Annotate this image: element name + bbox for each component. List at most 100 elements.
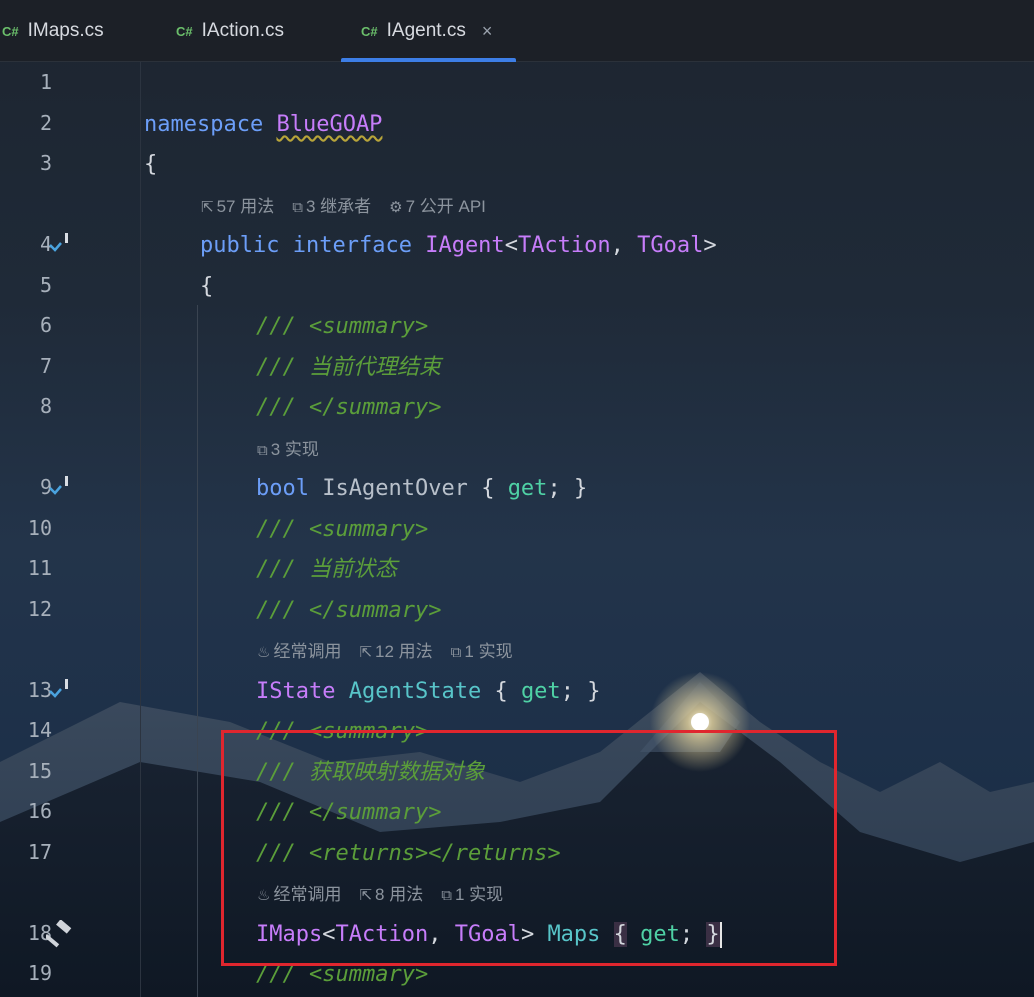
api-icon: ⚙ <box>389 198 403 216</box>
line-number: 2 <box>39 111 52 135</box>
doc-comment: /// <box>256 395 309 420</box>
code-line-11[interactable]: /// 当前状态 <box>256 555 397 585</box>
line-number: 19 <box>27 961 52 985</box>
accessor: get <box>507 476 548 501</box>
usages-hint[interactable]: ⇱ 57 用法 <box>201 197 274 216</box>
implementation-marker-icon[interactable] <box>47 232 73 258</box>
implementation-marker-icon[interactable] <box>47 678 73 704</box>
keyword: public <box>200 233 280 258</box>
code-line-12[interactable]: /// </summary> <box>256 596 441 626</box>
doc-comment-text: 当前代理结束 <box>308 355 441 380</box>
punct: ; <box>547 476 561 501</box>
doc-tag: </summary> <box>308 395 442 420</box>
keyword: namespace <box>144 112 264 137</box>
tab-label: IAction.cs <box>201 20 284 41</box>
line-number: 3 <box>39 151 52 175</box>
tab-imaps[interactable]: C# IMaps.cs <box>2 0 104 62</box>
punct: } <box>587 679 601 704</box>
code-vision-hints: ⇱ 57 用法 ⧉ 3 继承者 ⚙ 7 公开 API <box>201 195 504 219</box>
doc-comment-text: 当前状态 <box>308 557 397 582</box>
fire-icon: ♨ <box>257 643 271 661</box>
code-line-6[interactable]: /// <summary> <box>256 312 428 342</box>
implementations-icon: ⧉ <box>257 441 268 459</box>
doc-comment: /// <box>256 517 309 542</box>
doc-comment: /// <box>256 557 309 582</box>
line-number: 8 <box>39 394 52 418</box>
implementation-marker-icon[interactable] <box>47 475 73 501</box>
property-name: IsAgentOver <box>322 476 468 501</box>
implementations-hint[interactable]: ⧉ 3 实现 <box>257 440 319 459</box>
keyword: interface <box>292 233 412 258</box>
tab-iaction[interactable]: C# IAction.cs <box>176 0 284 62</box>
csharp-file-icon: C# <box>361 23 378 39</box>
line-number: 5 <box>39 273 52 297</box>
line-number: 9 <box>39 475 52 499</box>
namespace-name: BlueGOAP <box>276 112 383 137</box>
code-vision-hints: ♨ 经常调用 ⇱ 12 用法 ⧉ 1 实现 <box>257 640 531 664</box>
csharp-file-icon: C# <box>176 23 193 39</box>
punct: , <box>610 233 638 258</box>
code-line-5[interactable]: { <box>200 272 213 302</box>
accessor: get <box>520 679 561 704</box>
code-line-7[interactable]: /// 当前代理结束 <box>256 353 441 383</box>
code-vision-hints: ⧉ 3 实现 <box>257 438 337 462</box>
punct: > <box>703 233 717 258</box>
doc-comment: /// <box>256 314 309 339</box>
line-number: 17 <box>27 840 52 864</box>
type-param: TGoal <box>637 233 704 258</box>
type-name: IState <box>256 679 336 704</box>
line-number: 1 <box>39 70 52 94</box>
code-line-4[interactable]: public interface IAgent<TAction, TGoal> <box>200 231 717 261</box>
line-number: 10 <box>27 516 52 540</box>
doc-comment: /// <box>256 598 309 623</box>
punct: { <box>481 476 508 501</box>
line-number: 12 <box>27 597 52 621</box>
doc-tag: </summary> <box>308 598 442 623</box>
code-line-3[interactable]: { <box>144 150 157 180</box>
code-line-9[interactable]: bool IsAgentOver { get; } <box>256 474 587 504</box>
inheritors-hint[interactable]: ⧉ 3 继承者 <box>292 197 371 216</box>
indent-guide <box>197 305 198 997</box>
brace: { <box>144 152 158 177</box>
punct: < <box>504 233 518 258</box>
interface-name: IAgent <box>425 233 505 258</box>
public-api-hint[interactable]: ⚙ 7 公开 API <box>389 197 486 216</box>
line-number: 6 <box>39 313 52 337</box>
hammer-icon[interactable] <box>46 920 74 948</box>
tab-label: IAgent.cs <box>386 20 466 41</box>
frequently-called-hint[interactable]: ♨ 经常调用 <box>257 642 341 661</box>
punct: ; <box>560 679 574 704</box>
tab-label: IMaps.cs <box>27 20 104 41</box>
property-name: AgentState <box>348 679 482 704</box>
doc-tag: <summary> <box>308 314 429 339</box>
editor-tab-bar: C# IMaps.cs C# IAction.cs C# IAgent.cs × <box>0 0 1034 62</box>
close-tab-icon[interactable]: × <box>482 21 493 42</box>
usages-icon: ⇱ <box>201 198 214 216</box>
punct: { <box>494 679 521 704</box>
usages-icon: ⇱ <box>359 643 373 661</box>
code-line-8[interactable]: /// </summary> <box>256 393 441 423</box>
line-number: 15 <box>27 759 52 783</box>
implementations-icon: ⧉ <box>450 643 462 661</box>
inheritors-icon: ⧉ <box>292 198 303 216</box>
line-number: 18 <box>27 921 52 945</box>
usages-hint[interactable]: ⇱ 12 用法 <box>359 642 432 661</box>
code-line-13[interactable]: IState AgentState { get; } <box>256 677 600 707</box>
line-number: 14 <box>27 718 52 742</box>
punct: } <box>573 476 588 501</box>
gutter-divider <box>140 62 141 997</box>
line-number: 11 <box>27 556 52 580</box>
code-line-2[interactable]: namespace BlueGOAP <box>144 110 382 140</box>
type-param: TAction <box>517 233 611 258</box>
code-line-10[interactable]: /// <summary> <box>256 515 428 545</box>
implementations-hint[interactable]: ⧉ 1 实现 <box>451 642 513 661</box>
highlight-box <box>221 730 837 966</box>
line-number: 16 <box>27 799 52 823</box>
keyword: bool <box>256 476 309 501</box>
doc-comment: /// <box>256 355 309 380</box>
line-number: 7 <box>39 354 52 378</box>
csharp-file-icon: C# <box>2 23 19 39</box>
doc-tag: <summary> <box>308 517 429 542</box>
tab-iagent[interactable]: C# IAgent.cs × <box>340 0 517 62</box>
brace: { <box>200 274 214 299</box>
